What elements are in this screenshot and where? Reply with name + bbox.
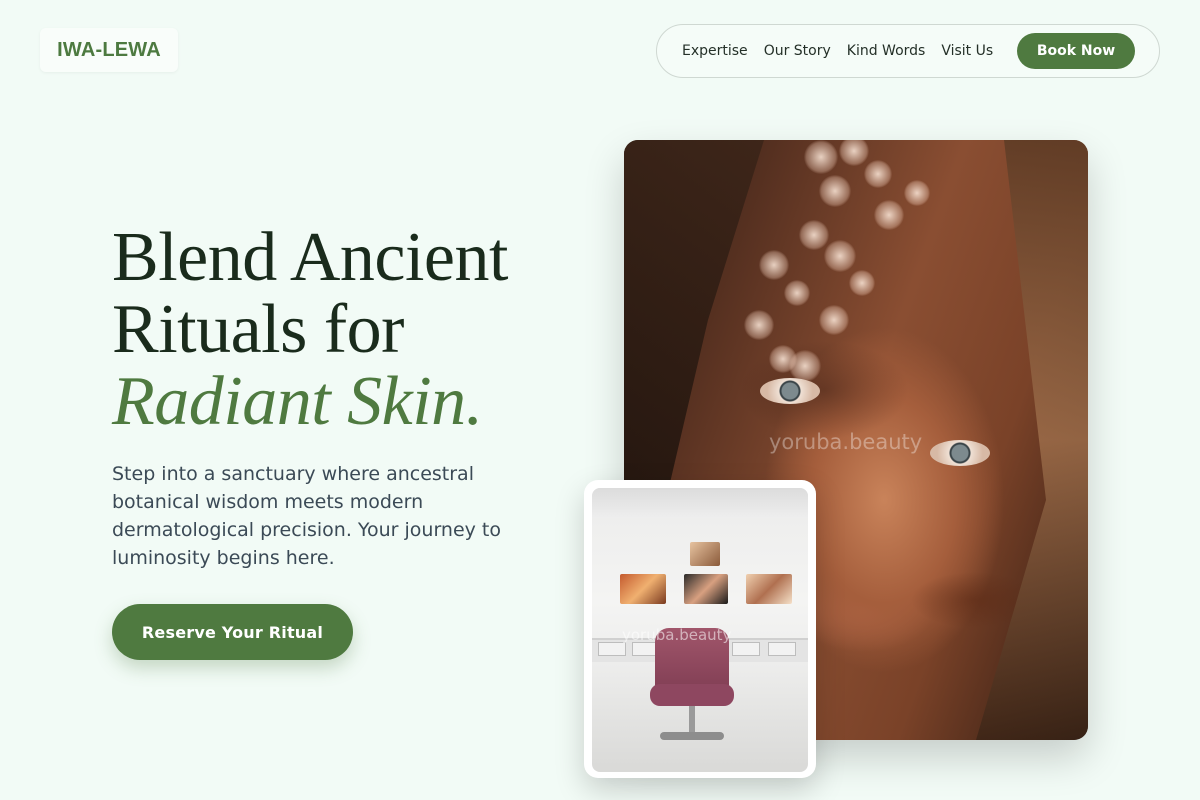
salon-interior-image: yoruba.beauty <box>592 488 808 772</box>
bokeh-light <box>864 160 892 188</box>
brand-logo[interactable]: IWA-LEWA <box>40 28 178 72</box>
salon-wall-art <box>620 574 666 604</box>
salon-photo-card: yoruba.beauty <box>584 480 816 778</box>
bokeh-light <box>849 270 875 296</box>
nav-link-kind-words[interactable]: Kind Words <box>847 43 926 59</box>
reserve-ritual-button[interactable]: Reserve Your Ritual <box>112 604 353 660</box>
salon-wall-art <box>690 542 720 566</box>
bokeh-light <box>874 200 904 230</box>
salon-drawer <box>732 642 760 656</box>
bokeh-light <box>839 140 869 166</box>
salon-chair-seat <box>650 684 734 706</box>
salon-chair-base <box>660 732 724 740</box>
hero-title: Blend Ancient Rituals for Radiant Skin. <box>112 222 508 438</box>
salon-wall-art <box>746 574 792 604</box>
bokeh-light <box>759 250 789 280</box>
bokeh-light <box>744 310 774 340</box>
hero-title-line-2: Rituals for <box>112 291 404 368</box>
salon-drawer <box>598 642 626 656</box>
nav-link-expertise[interactable]: Expertise <box>682 43 748 59</box>
hero-title-accent: Radiant Skin. <box>112 363 483 440</box>
portrait-watermark: yoruba.beauty <box>769 430 923 454</box>
bokeh-light <box>784 280 810 306</box>
hero-subtitle: Step into a sanctuary where ancestral bo… <box>112 463 502 569</box>
portrait-eye-left <box>760 378 820 404</box>
nav-link-visit-us[interactable]: Visit Us <box>941 43 993 59</box>
hero-title-line-1: Blend Ancient <box>112 219 508 296</box>
salon-wall-art <box>684 574 728 604</box>
bokeh-light <box>819 305 849 335</box>
bokeh-light <box>804 140 838 174</box>
portrait-eye-right <box>930 440 990 466</box>
salon-ceiling <box>592 488 808 518</box>
bokeh-light <box>824 240 856 272</box>
book-now-button[interactable]: Book Now <box>1017 33 1135 69</box>
main-nav: Expertise Our Story Kind Words Visit Us … <box>656 24 1160 78</box>
bokeh-light <box>819 175 851 207</box>
salon-chair-pole <box>689 706 695 734</box>
salon-watermark: yoruba.beauty <box>622 626 732 644</box>
salon-drawer <box>768 642 796 656</box>
bokeh-light <box>799 220 829 250</box>
nav-link-our-story[interactable]: Our Story <box>764 43 831 59</box>
bokeh-light <box>904 180 930 206</box>
